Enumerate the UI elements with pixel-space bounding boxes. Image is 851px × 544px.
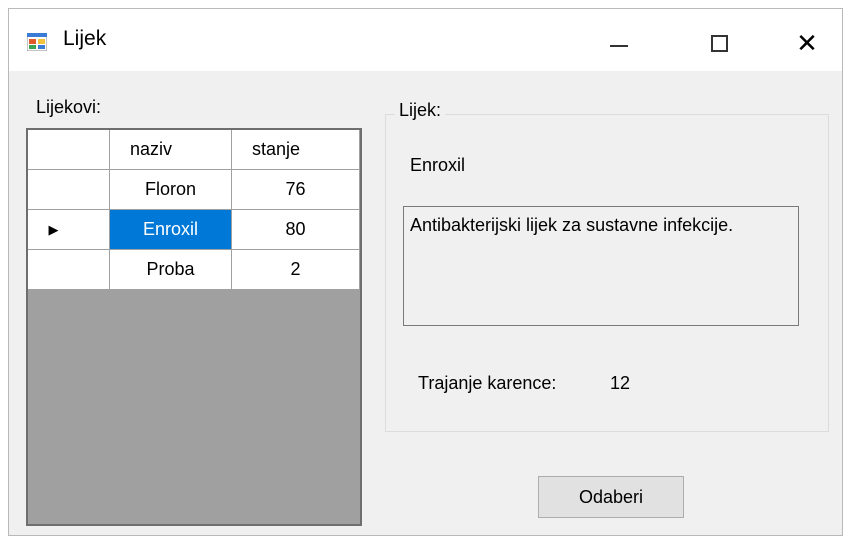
current-row-arrow-icon: ▶ xyxy=(48,221,59,237)
table-row[interactable]: Proba 2 xyxy=(28,250,360,290)
close-icon: ✕ xyxy=(796,27,818,58)
table-row[interactable]: Floron 76 xyxy=(28,170,360,210)
cell-naziv-selected[interactable]: Enroxil xyxy=(110,210,232,250)
row-header[interactable]: ▶ xyxy=(28,210,110,250)
odaberi-button[interactable]: Odaberi xyxy=(538,476,684,518)
cell-stanje[interactable]: 76 xyxy=(232,170,360,210)
minimize-icon xyxy=(610,45,628,47)
windows-form-icon xyxy=(27,33,47,51)
drug-name-label: Enroxil xyxy=(410,155,466,175)
cell-naziv[interactable]: Floron xyxy=(110,170,232,210)
lijekovi-grid[interactable]: naziv stanje Floron 76 ▶ Enroxil 80 Prob… xyxy=(26,128,362,526)
description-textbox[interactable]: Antibakterijski lijek za sustavne infekc… xyxy=(403,206,799,326)
row-header[interactable] xyxy=(28,250,110,290)
karenca-label: Trajanje karence: xyxy=(418,373,557,393)
karenca-value: 12 xyxy=(610,373,631,393)
column-header-naziv[interactable]: naziv xyxy=(110,130,232,170)
row-header[interactable] xyxy=(28,170,110,210)
title-bar[interactable]: Lijek ✕ xyxy=(9,9,842,71)
table-row[interactable]: ▶ Enroxil 80 xyxy=(28,210,360,250)
minimize-button[interactable] xyxy=(584,17,654,69)
cell-naziv[interactable]: Proba xyxy=(110,250,232,290)
grid-header-row: naziv stanje xyxy=(28,130,360,170)
cell-stanje[interactable]: 2 xyxy=(232,250,360,290)
close-button[interactable]: ✕ xyxy=(772,17,842,69)
maximize-button[interactable] xyxy=(684,17,754,69)
grid-corner-cell[interactable] xyxy=(28,130,110,170)
maximize-icon xyxy=(710,34,728,52)
column-header-stanje[interactable]: stanje xyxy=(232,130,360,170)
window-title: Lijek xyxy=(63,27,107,50)
lijekovi-label: Lijekovi: xyxy=(36,97,102,117)
groupbox-title: Lijek: xyxy=(395,100,446,121)
cell-stanje[interactable]: 80 xyxy=(232,210,360,250)
